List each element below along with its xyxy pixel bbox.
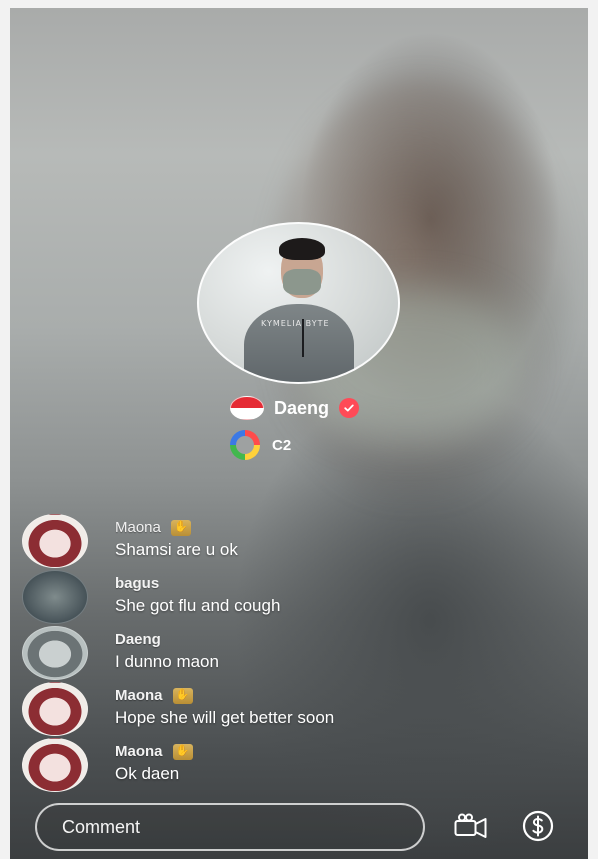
hand-wave-icon: ✋ <box>172 743 193 760</box>
chat-meta: bagus <box>115 575 159 592</box>
chat-message: Maona ✋ Shamsi are u ok <box>22 512 442 568</box>
chat-meta: Daeng <box>115 631 161 648</box>
avatar[interactable] <box>22 514 88 568</box>
chat-username: Maona <box>115 687 163 704</box>
host-avatar-torso <box>244 304 354 382</box>
frame-left <box>0 0 10 859</box>
dollar-coin-button[interactable] <box>519 809 557 847</box>
hand-wave-icon: ✋ <box>172 687 193 704</box>
video-camera-icon <box>454 813 488 844</box>
host-avatar[interactable]: KYMELIA BYTE <box>197 222 400 384</box>
verified-check-icon <box>339 398 360 418</box>
live-stream-screen: KYMELIA BYTE Daeng C2 Maona ✋ Shamsi are… <box>0 0 598 859</box>
chat-message: bagus She got flu and cough <box>22 568 442 624</box>
chat-meta: Maona ✋ <box>115 519 191 536</box>
frame-right <box>588 0 598 859</box>
host-name: Daeng <box>274 397 330 418</box>
host-name-row: Daeng <box>230 396 360 420</box>
chat-username: bagus <box>115 575 160 592</box>
chat-text: I dunno maon <box>115 652 219 671</box>
bottom-bar <box>0 795 598 859</box>
chat-text: She got flu and cough <box>115 596 281 615</box>
host-avatar-mask <box>283 269 321 295</box>
frame-top <box>0 0 598 8</box>
chat-text: Shamsi are u ok <box>115 540 238 559</box>
hand-wave-icon: ✋ <box>170 519 191 536</box>
video-camera-button[interactable] <box>452 809 490 847</box>
chat-text: Hope she will get better soon <box>115 708 335 727</box>
avatar[interactable] <box>22 570 88 624</box>
chat-message: Maona ✋ Ok daen <box>22 736 442 792</box>
chat-meta: Maona ✋ <box>115 743 193 760</box>
avatar[interactable] <box>22 738 88 792</box>
host-profile-card[interactable]: KYMELIA BYTE <box>197 222 400 384</box>
dollar-coin-icon <box>521 809 555 848</box>
host-rank-row: C2 <box>230 430 291 460</box>
chat-message: Maona ✋ Hope she will get better soon <box>22 680 442 736</box>
chat-username: Maona <box>115 519 161 536</box>
chat-message: Daeng I dunno maon <box>22 624 442 680</box>
avatar[interactable] <box>22 626 88 680</box>
host-rank: C2 <box>272 436 292 454</box>
chat-text: Ok daen <box>115 764 180 783</box>
comment-input[interactable] <box>60 815 364 839</box>
flag-icon <box>230 396 264 420</box>
host-avatar-shirt-text: KYMELIA BYTE <box>261 319 330 328</box>
chat-meta: Maona ✋ <box>115 687 193 704</box>
chat-username: Maona <box>115 743 163 760</box>
comment-input-wrapper[interactable] <box>35 803 425 851</box>
chat-list: Maona ✋ Shamsi are u ok bagus She got fl… <box>22 512 442 792</box>
chat-username: Daeng <box>115 631 161 648</box>
avatar[interactable] <box>22 682 88 736</box>
host-avatar-hair <box>279 238 325 260</box>
rank-ring-icon <box>230 430 260 460</box>
